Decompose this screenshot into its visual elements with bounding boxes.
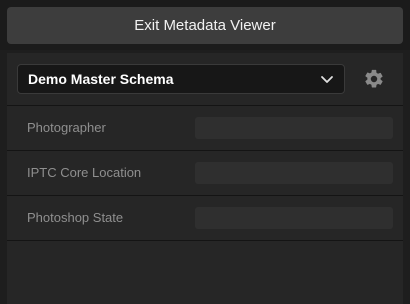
iptc-core-location-field[interactable] bbox=[195, 162, 393, 184]
divider bbox=[7, 240, 403, 241]
field-row-photoshop-state: Photoshop State bbox=[7, 195, 403, 240]
metadata-viewer: Exit Metadata Viewer Demo Master Schema … bbox=[0, 0, 410, 304]
photoshop-state-field[interactable] bbox=[195, 207, 393, 229]
field-label: IPTC Core Location bbox=[27, 165, 142, 180]
field-label: Photographer bbox=[27, 120, 106, 135]
schema-select-value: Demo Master Schema bbox=[28, 71, 174, 87]
gear-icon[interactable] bbox=[363, 68, 385, 90]
field-row-photographer: Photographer bbox=[7, 105, 403, 150]
field-row-iptc-core-location: IPTC Core Location bbox=[7, 150, 403, 195]
schema-select[interactable]: Demo Master Schema bbox=[17, 64, 345, 94]
metadata-panel: Demo Master Schema Photographer IPTC Cor… bbox=[7, 53, 403, 304]
schema-row: Demo Master Schema bbox=[7, 53, 403, 105]
field-label: Photoshop State bbox=[27, 210, 124, 225]
photographer-field[interactable] bbox=[195, 117, 393, 139]
chevron-down-icon bbox=[321, 76, 333, 83]
top-bar: Exit Metadata Viewer bbox=[0, 0, 410, 50]
exit-metadata-viewer-button[interactable]: Exit Metadata Viewer bbox=[7, 7, 403, 44]
